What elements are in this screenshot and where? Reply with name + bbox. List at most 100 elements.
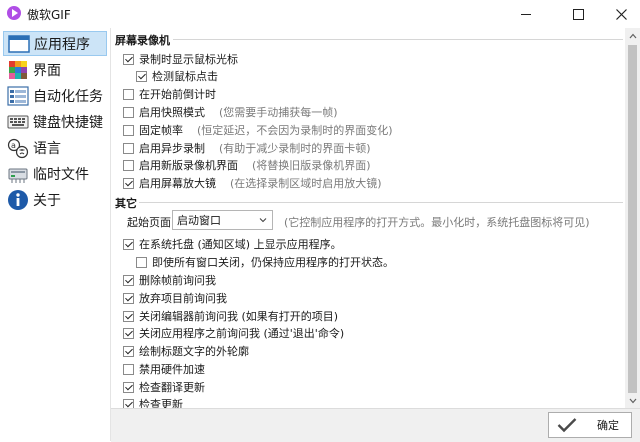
option-show-cursor[interactable]: 录制时显示鼠标光标 xyxy=(123,51,238,67)
checkbox[interactable] xyxy=(123,345,134,357)
scroll-down-button[interactable] xyxy=(625,393,640,408)
option-label: 启用异步录制 xyxy=(139,142,205,155)
option-snapshot-mode[interactable]: 启用快照模式 (您需要手动捕获每一帧) xyxy=(123,104,338,120)
sidebar-item-temp-files[interactable]: 临时文件 xyxy=(3,161,107,186)
sidebar-item-label: 关于 xyxy=(33,192,61,209)
checkbox[interactable] xyxy=(123,381,134,393)
option-label: 即使所有窗口关闭，仍保持应用程序的打开状态。 xyxy=(152,256,394,269)
minimize-icon xyxy=(521,13,531,15)
option-keep-open[interactable]: 即使所有窗口关闭，仍保持应用程序的打开状态。 xyxy=(136,254,394,270)
checkbox[interactable] xyxy=(123,238,134,250)
sidebar-item-automated-tasks[interactable]: 自动化任务 xyxy=(3,83,107,108)
checkbox[interactable] xyxy=(123,159,134,171)
option-new-recorder-ui[interactable]: 启用新版录像机界面 (将替换旧版录像机界面) xyxy=(123,157,371,173)
sidebar-item-label: 应用程序 xyxy=(34,36,90,53)
footer-bar: 确定 xyxy=(111,408,640,442)
option-detect-clicks[interactable]: 检测鼠标点击 xyxy=(136,68,218,84)
sidebar-item-label: 键盘快捷键 xyxy=(33,114,103,131)
option-system-tray[interactable]: 在系统托盘 (通知区域) 上显示应用程序。 xyxy=(123,236,342,252)
option-label: 删除帧前询问我 xyxy=(139,274,216,287)
task-list-icon xyxy=(7,85,29,107)
info-icon xyxy=(7,189,29,211)
window-title: 傲软GIF xyxy=(27,8,71,22)
startup-page-select[interactable]: 启动窗口 xyxy=(172,210,273,230)
option-label: 启用新版录像机界面 xyxy=(139,159,238,172)
maximize-icon xyxy=(572,8,584,20)
sidebar-item-about[interactable]: 关于 xyxy=(3,187,107,212)
checkbox[interactable] xyxy=(123,310,134,322)
checkbox[interactable] xyxy=(136,70,147,82)
option-label: 关闭应用程序之前询问我 (通过'退出'命令) xyxy=(139,327,345,340)
close-button[interactable] xyxy=(600,0,640,28)
option-label: 启用屏幕放大镜 xyxy=(139,177,216,190)
section-divider xyxy=(139,202,623,203)
sidebar-item-label: 语言 xyxy=(33,140,61,157)
option-label: 检查翻译更新 xyxy=(139,381,205,394)
sidebar-item-application[interactable]: 应用程序 xyxy=(3,31,107,56)
app-logo-icon xyxy=(7,6,21,20)
option-async-recording[interactable]: 启用异步录制 (有助于减少录制时的界面卡顿) xyxy=(123,140,371,156)
section-divider xyxy=(173,39,623,40)
minimize-button[interactable] xyxy=(505,0,547,28)
option-fixed-framerate[interactable]: 固定帧率 (恒定延迟，不会因为录制时的界面变化) xyxy=(123,122,393,138)
sidebar: 应用程序 界面 自动化任务 键盘快捷键 a 语言 临时文件 关于 xyxy=(0,28,111,441)
startup-page-hint: (它控制应用程序的打开方式。最小化时，系统托盘图标将可见) xyxy=(284,216,590,229)
checkbox[interactable] xyxy=(123,274,134,286)
sidebar-item-language[interactable]: a 语言 xyxy=(3,135,107,160)
ok-button[interactable]: 确定 xyxy=(548,412,632,438)
option-label: 固定帧率 xyxy=(139,124,183,137)
option-label: 在开始前倒计时 xyxy=(139,88,216,101)
settings-panel: 屏幕录像机 录制时显示鼠标光标 检测鼠标点击 在开始前倒计时 启用快照模式 (您… xyxy=(111,28,625,408)
option-hint: (有助于减少录制时的界面卡顿) xyxy=(219,142,371,155)
sidebar-item-shortcuts[interactable]: 键盘快捷键 xyxy=(3,109,107,134)
title-bar: 傲软GIF xyxy=(0,0,640,28)
option-label: 绘制标题文字的外轮廓 xyxy=(139,345,249,358)
option-label: 关闭编辑器前询问我 (如果有打开的项目) xyxy=(139,310,339,323)
chevron-up-icon xyxy=(629,33,636,38)
option-ask-discard-project[interactable]: 放弃项目前询问我 xyxy=(123,290,227,306)
chevron-down-icon xyxy=(259,218,267,223)
option-ask-close-editor[interactable]: 关闭编辑器前询问我 (如果有打开的项目) xyxy=(123,308,338,324)
option-countdown[interactable]: 在开始前倒计时 xyxy=(123,86,216,102)
scroll-thumb[interactable] xyxy=(628,45,637,393)
maximize-button[interactable] xyxy=(557,0,599,28)
checkbox[interactable] xyxy=(123,398,134,408)
app-window-icon xyxy=(8,33,30,55)
option-hint: (您需要手动捕获每一帧) xyxy=(219,106,338,119)
checkbox[interactable] xyxy=(123,53,134,65)
option-check-updates[interactable]: 检查更新 xyxy=(123,396,183,408)
option-hint: (恒定延迟，不会因为录制时的界面变化) xyxy=(197,124,393,137)
checkbox[interactable] xyxy=(123,106,134,118)
option-hint: (在选择录制区域时启用放大镜) xyxy=(230,177,382,190)
option-ask-exit-app[interactable]: 关闭应用程序之前询问我 (通过'退出'命令) xyxy=(123,325,344,341)
option-check-translation-updates[interactable]: 检查翻译更新 xyxy=(123,379,205,395)
sidebar-item-label: 临时文件 xyxy=(33,166,89,183)
option-disable-hw-accel[interactable]: 禁用硬件加速 xyxy=(123,361,205,377)
checkbox[interactable] xyxy=(123,88,134,100)
scroll-up-button[interactable] xyxy=(625,28,640,43)
option-label: 录制时显示鼠标光标 xyxy=(139,53,238,66)
checkbox[interactable] xyxy=(123,177,134,189)
checkbox[interactable] xyxy=(136,256,147,268)
startup-page-value: 启动窗口 xyxy=(177,214,221,227)
checkbox[interactable] xyxy=(123,327,134,339)
checkbox[interactable] xyxy=(123,292,134,304)
sidebar-item-label: 界面 xyxy=(33,62,61,79)
checkbox[interactable] xyxy=(123,142,134,154)
ok-button-label: 确定 xyxy=(597,419,619,432)
language-icon: a xyxy=(7,137,29,159)
option-title-outline[interactable]: 绘制标题文字的外轮廓 xyxy=(123,343,249,359)
sidebar-item-interface[interactable]: 界面 xyxy=(3,57,107,82)
checkbox[interactable] xyxy=(123,363,134,375)
checkmark-icon xyxy=(557,418,577,433)
option-screen-magnifier[interactable]: 启用屏幕放大镜 (在选择录制区域时启用放大镜) xyxy=(123,175,382,191)
chevron-down-icon xyxy=(629,398,636,403)
palette-icon xyxy=(7,59,29,81)
recorder-section-title: 屏幕录像机 xyxy=(115,34,170,47)
svg-text:a: a xyxy=(11,141,16,150)
vertical-scrollbar[interactable] xyxy=(625,28,640,408)
checkbox[interactable] xyxy=(123,124,134,136)
other-section-title: 其它 xyxy=(115,197,137,210)
option-label: 放弃项目前询问我 xyxy=(139,292,227,305)
option-ask-delete-frames[interactable]: 删除帧前询问我 xyxy=(123,272,216,288)
